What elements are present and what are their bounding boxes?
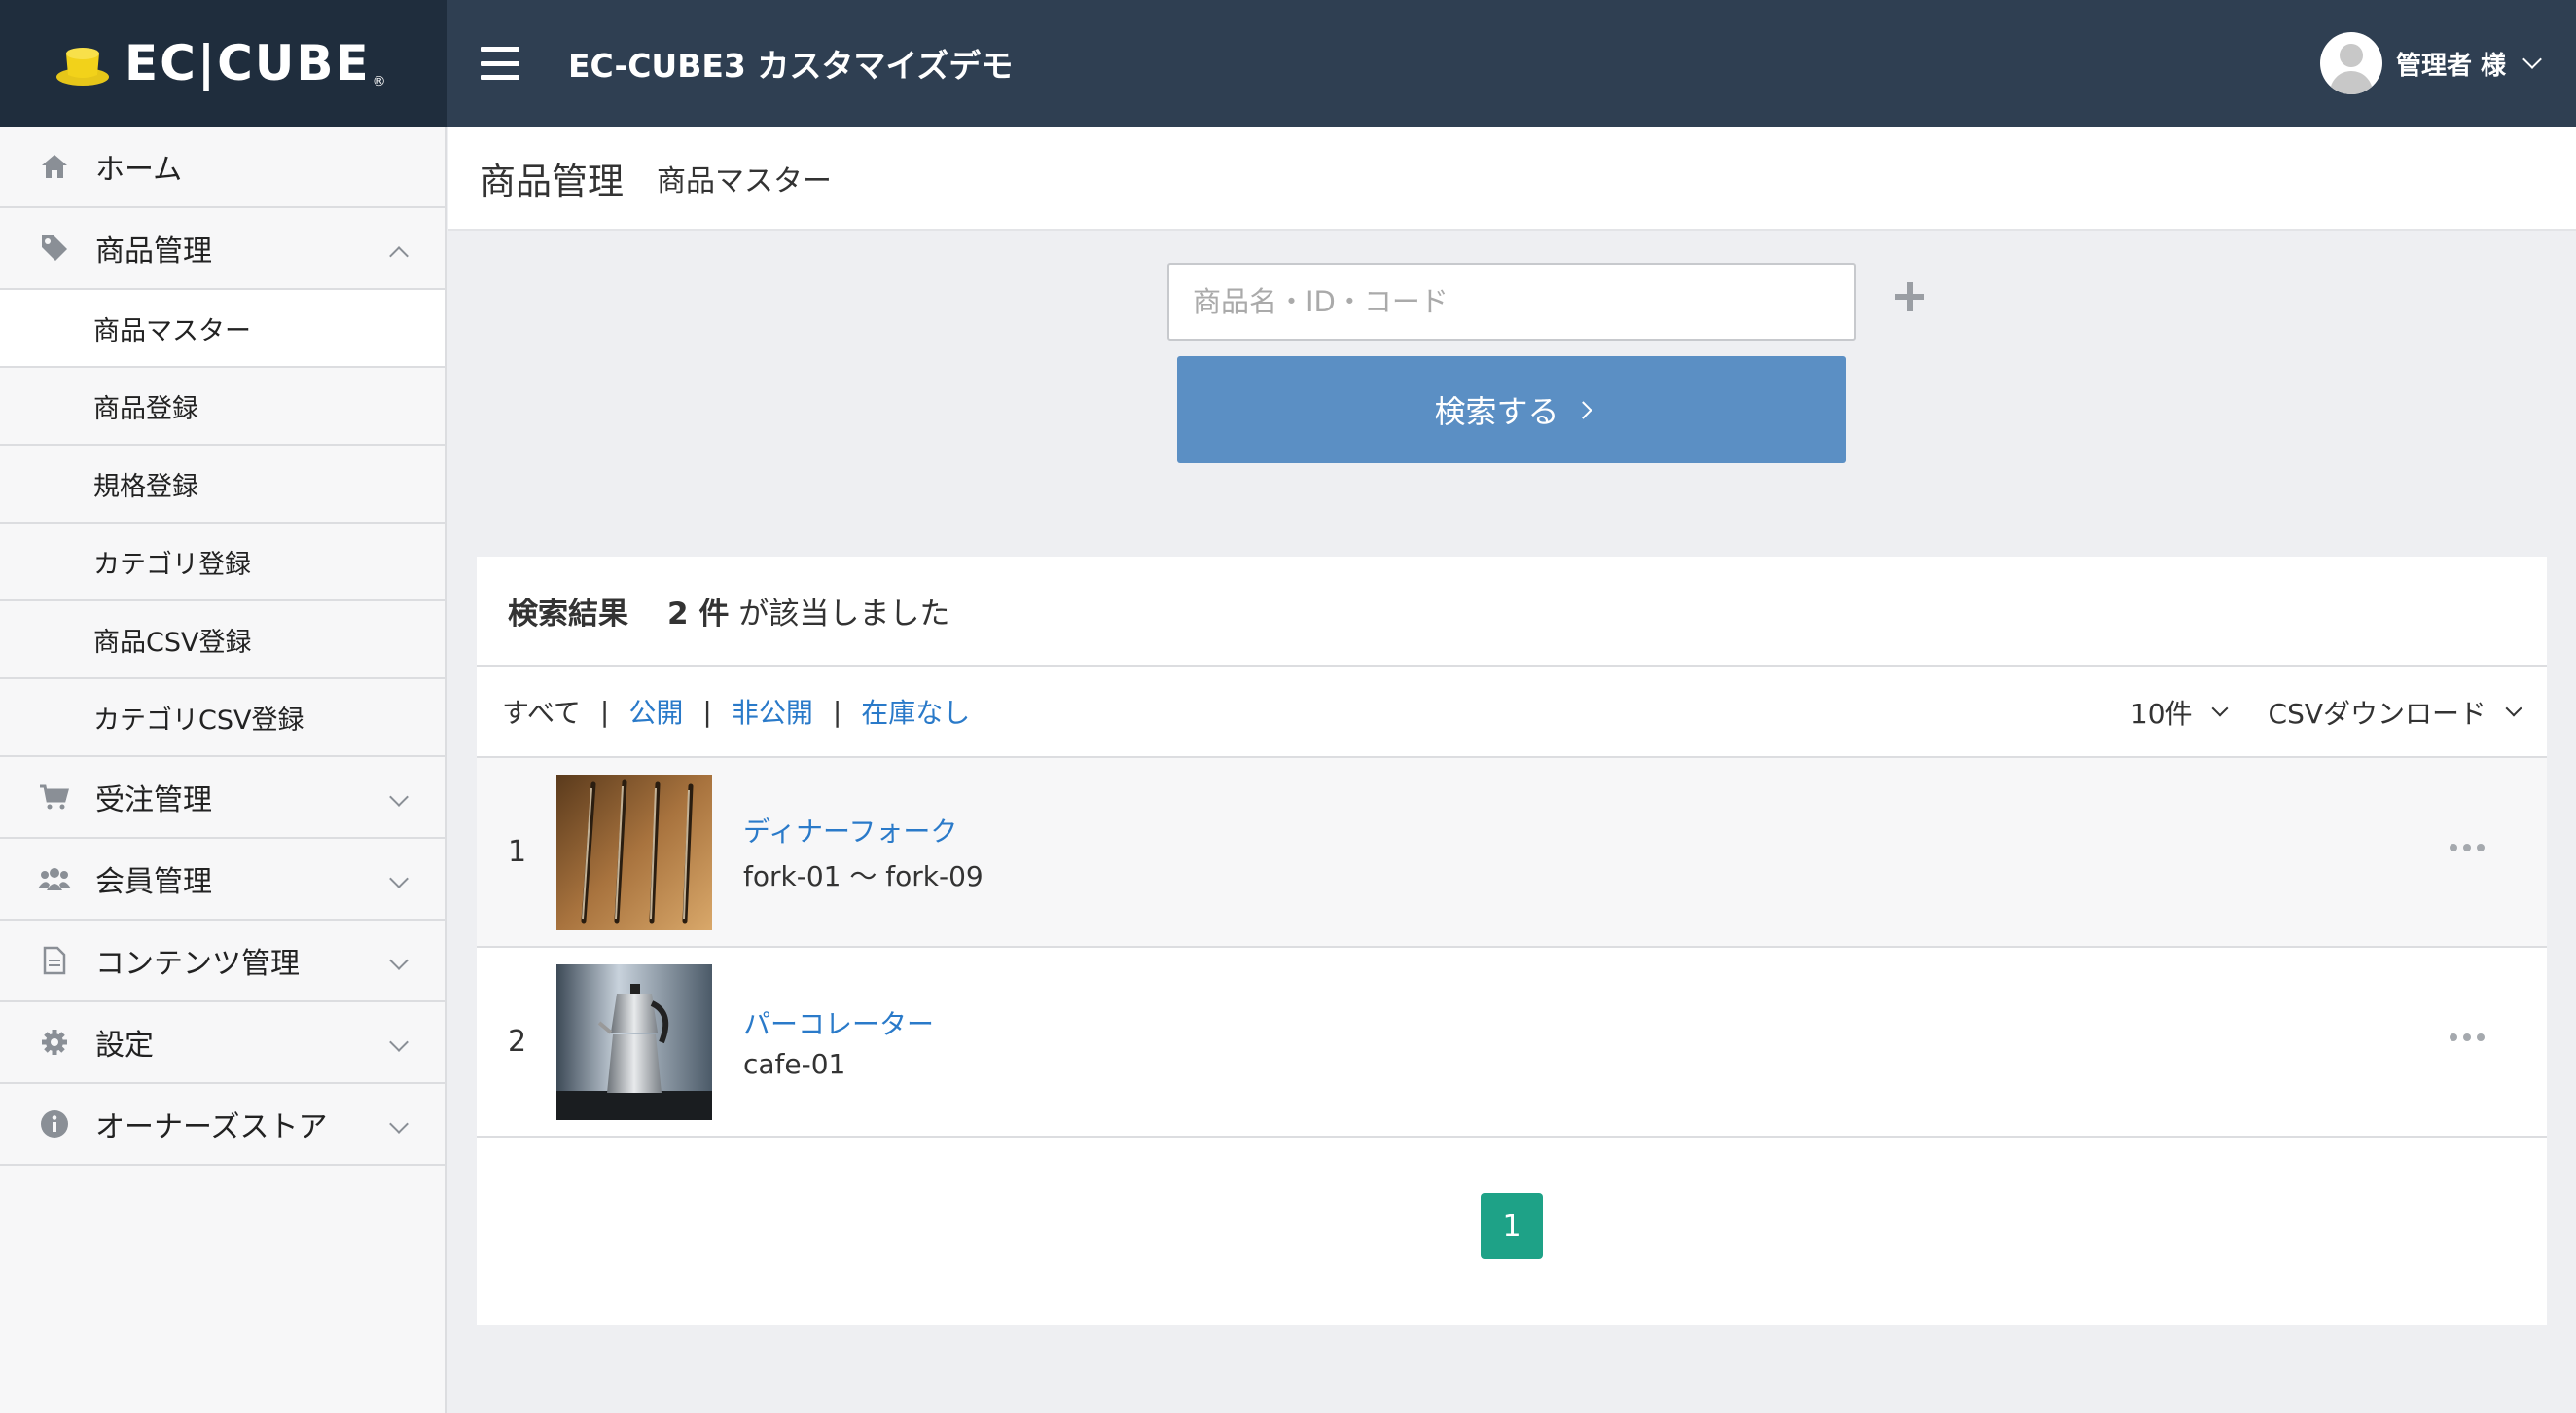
cart-icon: [37, 779, 72, 815]
per-page-label: 10件: [2129, 698, 2193, 730]
per-page-dropdown[interactable]: 10件: [2129, 693, 2229, 732]
sidebar-item-products[interactable]: 商品管理: [0, 208, 445, 290]
plus-icon[interactable]: [1895, 282, 1924, 311]
sidebar-item-label: 会員管理: [95, 865, 212, 899]
chevron-right-icon: [1573, 400, 1592, 419]
results-panel: 検索結果 2 件 が該当しました すべて | 公開 | 非公開 | 在庫なし 1…: [477, 557, 2547, 1325]
chevron-down-icon: [389, 1114, 409, 1134]
logo-area[interactable]: EC|CUBE ®: [0, 0, 447, 127]
filter-bar: すべて | 公開 | 非公開 | 在庫なし 10件 CSVダウンロード: [477, 667, 2547, 758]
filter-private[interactable]: 非公開: [732, 692, 813, 731]
chevron-down-icon: [389, 787, 409, 807]
product-name-link[interactable]: ディナーフォーク: [743, 811, 984, 850]
home-icon: [37, 149, 72, 184]
sidebar-subitem-product-register[interactable]: 商品登録: [0, 368, 445, 446]
chevron-down-icon: [2522, 50, 2542, 69]
results-header: 検索結果 2 件 が該当しました: [477, 557, 2547, 667]
sidebar-item-orders[interactable]: 受注管理: [0, 757, 445, 839]
sidebar: ホーム 商品管理 商品マスター 商品登録 規格登録 カテゴリ登録 商品CSV登録…: [0, 127, 447, 1413]
search-input[interactable]: [1167, 263, 1856, 341]
product-code: fork-01 ～ fork-09: [743, 859, 984, 892]
sidebar-subitem-category-csv[interactable]: カテゴリCSV登録: [0, 679, 445, 757]
results-count: 2 件: [667, 597, 730, 632]
page-subtitle: 商品マスター: [657, 163, 832, 199]
csv-download-label: CSVダウンロード: [2268, 698, 2487, 730]
hat-logo-icon: [56, 48, 109, 86]
divider: |: [599, 695, 610, 728]
percolator-photo: [556, 963, 712, 1120]
site-title[interactable]: EC-CUBE3 カスタマイズデモ: [568, 40, 1013, 87]
sidebar-item-owners-store[interactable]: オーナーズストア: [0, 1084, 445, 1166]
top-bar: EC-CUBE3 カスタマイズデモ 管理者 様: [447, 0, 2576, 127]
sidebar-item-members[interactable]: 会員管理: [0, 839, 445, 921]
page-title: 商品管理: [480, 160, 624, 202]
user-name: 管理者 様: [2395, 51, 2506, 81]
users-icon: [37, 861, 72, 896]
sidebar-item-label: ホーム: [95, 153, 183, 187]
row-number: 1: [508, 835, 527, 869]
chevron-down-icon: [389, 869, 409, 888]
pagination-page-button[interactable]: 1: [1481, 1193, 1543, 1259]
chevron-down-icon: [2505, 700, 2522, 717]
filter-out-of-stock[interactable]: 在庫なし: [861, 692, 970, 731]
sidebar-item-settings[interactable]: 設定: [0, 1002, 445, 1084]
sidebar-subitem-product-csv[interactable]: 商品CSV登録: [0, 601, 445, 679]
page-header: 商品管理 商品マスター: [448, 127, 2576, 231]
product-info: パーコレーター cafe-01: [743, 1003, 934, 1080]
tag-icon: [37, 231, 72, 266]
sidebar-item-label: 設定: [95, 1029, 154, 1063]
search-button[interactable]: 検索する: [1177, 356, 1846, 463]
info-icon: [37, 1106, 72, 1141]
sidebar-item-label: オーナーズストア: [95, 1110, 328, 1144]
filter-public[interactable]: 公開: [628, 692, 683, 731]
sidebar-item-label: コンテンツ管理: [95, 947, 300, 981]
divider: |: [832, 695, 842, 728]
more-options-icon[interactable]: [2450, 844, 2485, 851]
sidebar-item-contents[interactable]: コンテンツ管理: [0, 921, 445, 1002]
table-row: 1 ディナーフォーク fork-01 ～ fork-09: [477, 758, 2547, 948]
sidebar-subitem-category-register[interactable]: カテゴリ登録: [0, 524, 445, 601]
product-code: cafe-01: [743, 1048, 846, 1080]
forks-photo: [556, 774, 712, 930]
row-number: 2: [508, 1025, 527, 1059]
gear-icon: [37, 1025, 72, 1060]
sidebar-item-label: 商品管理: [95, 235, 212, 269]
logo-text: EC|CUBE: [125, 35, 371, 91]
document-icon: [37, 943, 72, 978]
filter-all[interactable]: すべて: [502, 692, 581, 731]
results-suffix: が該当しました: [738, 597, 950, 632]
product-info: ディナーフォーク fork-01 ～ fork-09: [743, 811, 984, 894]
chevron-down-icon: [2211, 700, 2229, 717]
sidebar-item-home[interactable]: ホーム: [0, 127, 445, 208]
sidebar-subitem-product-master[interactable]: 商品マスター: [0, 290, 445, 368]
csv-download-dropdown[interactable]: CSVダウンロード: [2268, 693, 2522, 732]
product-name-link[interactable]: パーコレーター: [743, 1003, 934, 1042]
registered-mark: ®: [372, 74, 386, 90]
list-controls: 10件 CSVダウンロード: [2129, 667, 2522, 758]
chevron-up-icon: [389, 246, 409, 266]
chevron-down-icon: [389, 1033, 409, 1052]
avatar: [2319, 32, 2382, 94]
user-menu[interactable]: 管理者 様: [2319, 32, 2542, 94]
more-options-icon[interactable]: [2450, 1033, 2485, 1041]
product-thumbnail[interactable]: [556, 774, 712, 930]
menu-toggle-icon[interactable]: [481, 47, 519, 80]
product-thumbnail[interactable]: [556, 963, 712, 1120]
chevron-down-icon: [389, 951, 409, 970]
results-label: 検索結果: [508, 597, 628, 632]
divider: |: [702, 695, 712, 728]
sidebar-subitem-class-register[interactable]: 規格登録: [0, 446, 445, 524]
search-button-label: 検索する: [1434, 394, 1559, 429]
table-row: 2 パーコレーター cafe-01: [477, 948, 2547, 1138]
sidebar-item-label: 受注管理: [95, 783, 212, 817]
